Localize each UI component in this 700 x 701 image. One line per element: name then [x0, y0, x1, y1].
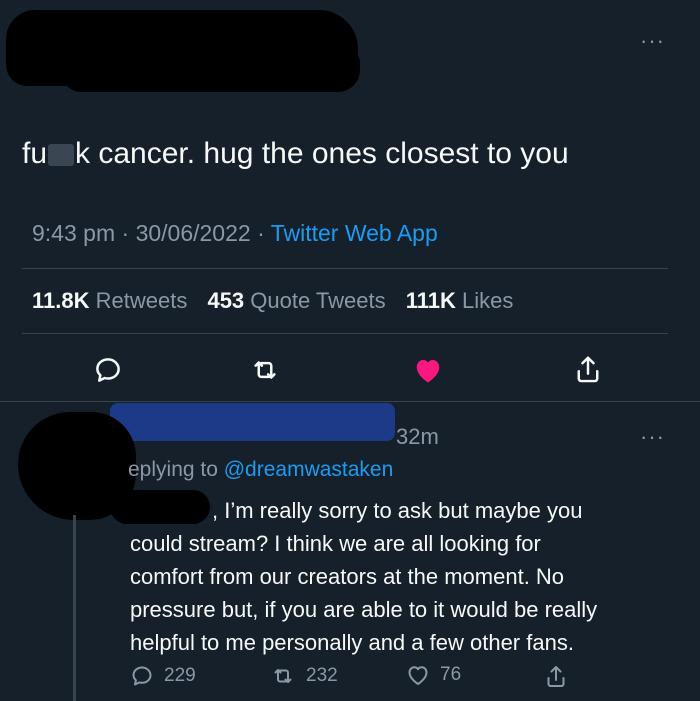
redacted-reply-user-name — [110, 403, 395, 441]
divider — [22, 333, 668, 334]
meta-separator: · — [115, 220, 136, 246]
tweet-text-start: fu — [22, 137, 48, 170]
tweet-meta: 9:43 pm · 30/06/2022 · Twitter Web App — [32, 220, 438, 247]
more-icon[interactable]: ··· — [640, 426, 665, 448]
meta-separator: · — [250, 220, 271, 246]
retweet-icon — [254, 361, 276, 379]
reply-button[interactable] — [90, 352, 126, 388]
replying-handle[interactable]: @dreamwastaken — [224, 458, 394, 481]
tweet-time[interactable]: 9:43 pm — [32, 220, 115, 246]
reply-reply-button[interactable]: 229 — [130, 664, 196, 688]
reply-line: could stream? I think we are all looking… — [130, 531, 541, 556]
replying-to: eplying to @dreamwastaken — [128, 458, 393, 482]
like-count: 76 — [440, 664, 462, 685]
reply-retweet-button[interactable]: 232 — [270, 664, 338, 688]
reply-action-bar: 229 232 76 — [130, 664, 690, 694]
thread-line — [73, 515, 76, 701]
redacted-user-name-extra — [60, 42, 360, 92]
reply-count: 229 — [164, 665, 196, 686]
retweets-label: Retweets — [89, 288, 188, 313]
divider — [22, 268, 668, 269]
reply-line: helpful to me personally and a few other… — [130, 630, 574, 655]
tweet-date[interactable]: 30/06/2022 — [136, 220, 251, 246]
more-icon[interactable]: ··· — [640, 30, 665, 52]
likes-count: 111K — [405, 288, 456, 313]
censored-letters — [48, 144, 75, 167]
reply-share-button[interactable] — [544, 664, 578, 690]
divider — [0, 401, 700, 402]
retweets-count: 11.8K — [32, 288, 90, 313]
share-button[interactable] — [570, 352, 606, 388]
retweet-icon — [274, 669, 292, 683]
reply-text: , I’m really sorry to ask but maybe you … — [130, 494, 675, 659]
reply-line: comfort from our creators at the moment.… — [130, 564, 565, 589]
retweets-stat[interactable]: 11.8K Retweets — [32, 288, 187, 313]
quote-tweets-stat[interactable]: 453 Quote Tweets — [207, 288, 385, 313]
tweet-stats: 11.8K Retweets 453 Quote Tweets 111K Lik… — [32, 288, 527, 314]
retweet-button[interactable] — [247, 352, 283, 388]
retweet-count: 232 — [306, 665, 338, 686]
like-button[interactable] — [410, 352, 446, 388]
reply-line: , I’m really sorry to ask but maybe you — [212, 498, 583, 523]
tweet-text: fu k cancer. hug the ones closest to you — [22, 137, 569, 171]
likes-stat[interactable]: 111K Likes — [406, 288, 514, 313]
tweet-text-rest: k cancer. hug the ones closest to you — [75, 137, 569, 170]
share-icon — [547, 666, 565, 687]
likes-label: Likes — [455, 288, 514, 313]
quote-tweets-count: 453 — [207, 288, 245, 313]
quote-tweets-label: Quote Tweets — [244, 288, 386, 313]
reply-time[interactable]: 32m — [396, 424, 439, 450]
replying-prefix: eplying to — [128, 458, 224, 481]
reply-icon — [96, 358, 120, 382]
tweet-source-app[interactable]: Twitter Web App — [271, 220, 438, 246]
like-icon — [408, 666, 428, 685]
reply-like-button[interactable]: 76 — [406, 664, 461, 686]
like-icon — [416, 360, 440, 383]
reply-icon — [132, 666, 152, 686]
reply-line: pressure but, if you are able to it woul… — [130, 597, 598, 622]
share-icon — [577, 356, 599, 383]
